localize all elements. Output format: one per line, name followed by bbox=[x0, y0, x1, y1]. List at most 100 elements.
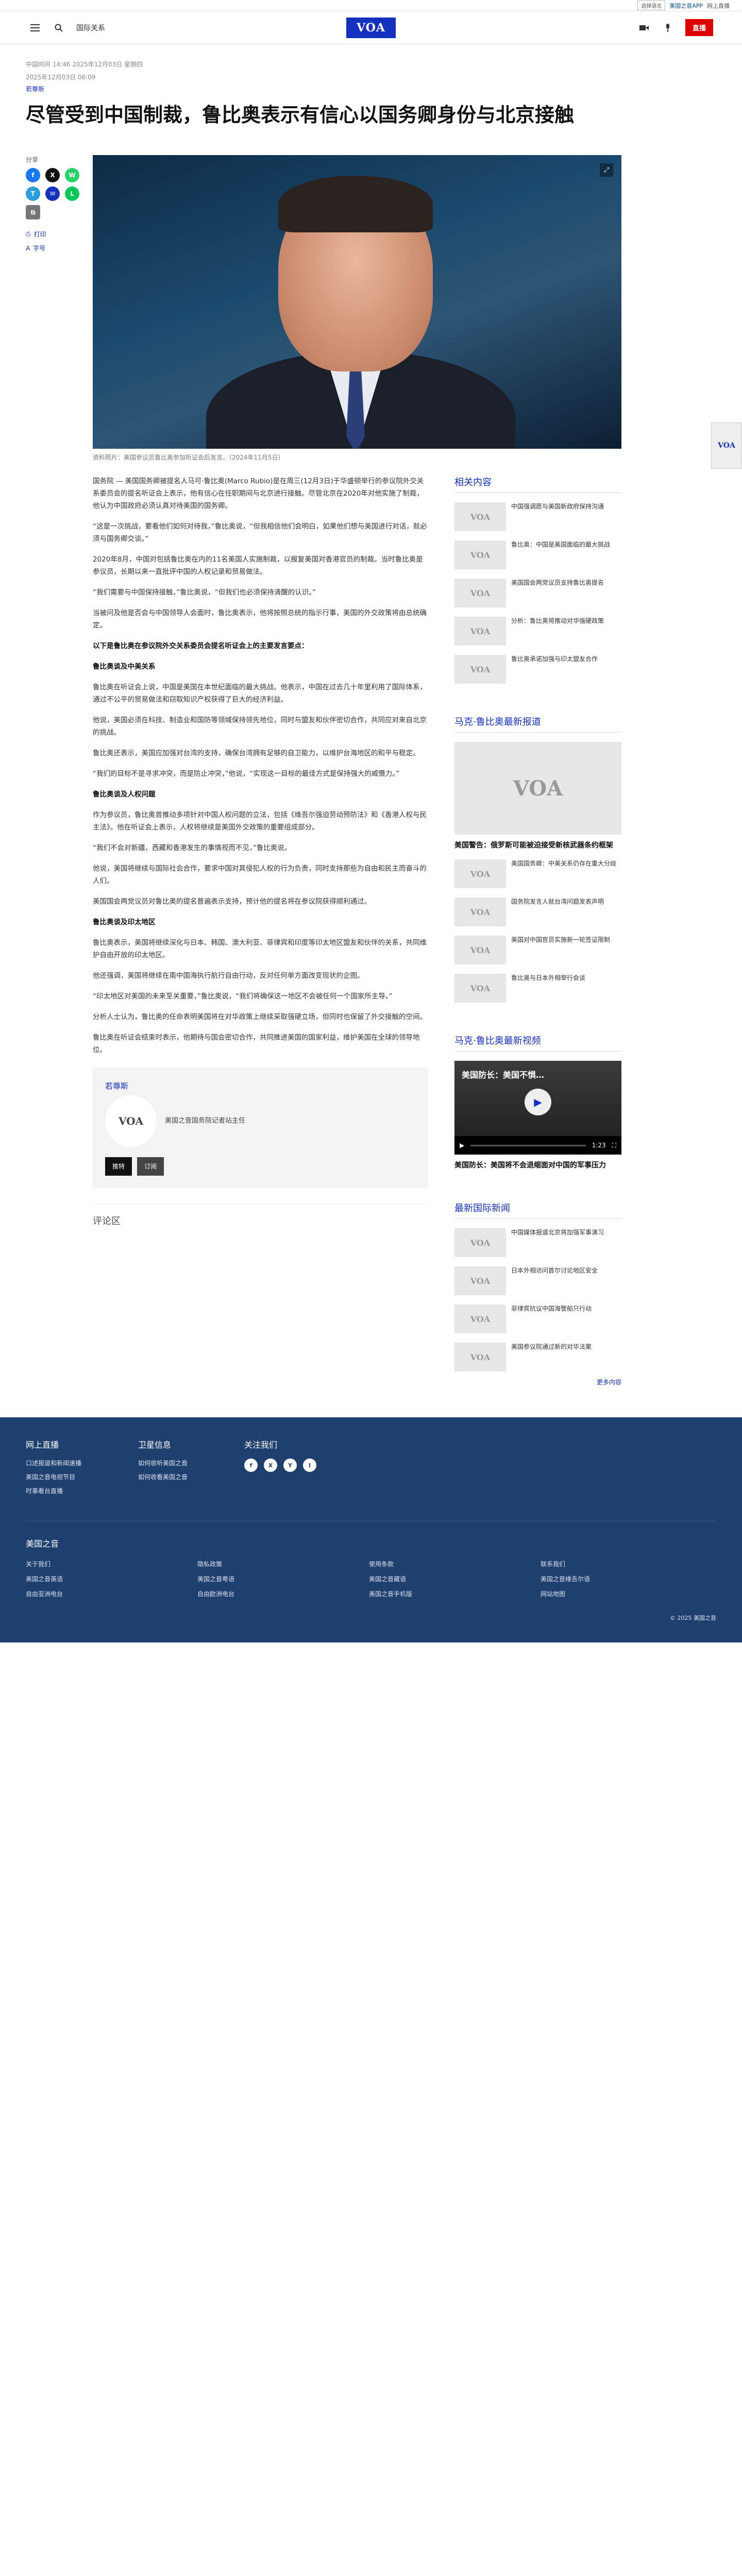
email-share-icon[interactable]: ✉ bbox=[45, 187, 60, 201]
expand-image-icon[interactable]: ⤢ bbox=[600, 163, 613, 177]
live-stream-link[interactable]: 网上直播 bbox=[707, 2, 730, 10]
latest-item[interactable]: VOA 国务院发言人就台湾问题发表声明 bbox=[454, 897, 621, 926]
latest-item[interactable]: VOA 美国国务卿：中美关系仍存在重大分歧 bbox=[454, 859, 621, 888]
font-size-icon: A bbox=[26, 244, 30, 252]
related-item[interactable]: VOA 分析：鲁比奥将推动对华强硬政策 bbox=[454, 617, 621, 646]
latest-feature-thumbnail[interactable]: VOA bbox=[454, 742, 621, 835]
menu-icon[interactable] bbox=[29, 22, 41, 34]
section-name[interactable]: 国际关系 bbox=[76, 23, 105, 33]
footer-satellite-item[interactable]: 如何收听美国之音 bbox=[138, 1459, 188, 1467]
app-link[interactable]: 美国之音APP bbox=[669, 2, 703, 10]
article-main: ⤢ 资料照片：美国参议员鲁比奥参加听证会后发言。（2024年11月5日） 国务院… bbox=[93, 155, 621, 1417]
article-paragraph: 鲁比奥在听证会结束时表示，他期待与国会密切合作，共同推进美国的国家利益，维护美国… bbox=[93, 1033, 420, 1054]
footer-site-link[interactable]: 美国之音粤语 bbox=[197, 1574, 359, 1583]
footer-site-link[interactable]: 美国之音手机版 bbox=[369, 1589, 530, 1598]
instagram-icon[interactable]: I bbox=[303, 1459, 317, 1472]
line-share-icon[interactable]: L bbox=[65, 187, 79, 201]
footer-site-link[interactable]: 自由亚洲电台 bbox=[26, 1589, 187, 1598]
footer-live-item[interactable]: 时事看台直播 bbox=[26, 1486, 81, 1495]
footer-site-grid: 关于我们 隐私政策 使用条款 联系我们美国之音英语 美国之音粤语 美国之音藏语 美国之音维吾… bbox=[26, 1560, 716, 1598]
author-mail-button[interactable]: 订阅 bbox=[137, 1157, 164, 1176]
video-icon[interactable] bbox=[638, 22, 650, 34]
x-share-icon[interactable]: X bbox=[45, 168, 60, 182]
footer-satellite-column: 卫星信息 如何收听美国之音 如何收看美国之音 bbox=[138, 1438, 188, 1500]
audio-icon[interactable] bbox=[662, 22, 674, 34]
search-icon[interactable] bbox=[53, 22, 65, 34]
article-subheading: 鲁比奥谈及印太地区 bbox=[93, 918, 156, 926]
more-link[interactable]: 更多内容 bbox=[454, 1378, 621, 1386]
print-link[interactable]: ⎙ 打印 bbox=[26, 230, 72, 239]
author-x-button[interactable]: 推特 bbox=[105, 1157, 132, 1176]
copyright: © 2025 美国之音 bbox=[670, 1615, 716, 1621]
intl-item[interactable]: VOA 中国媒体报道北京将加强军事演习 bbox=[454, 1228, 621, 1257]
site-footer: 网上直播 口述报道和新闻速播 美国之音电视节目 时事看台直播 卫星信息 如何收听… bbox=[0, 1417, 742, 1642]
youtube-icon[interactable]: Y bbox=[283, 1459, 297, 1472]
x-icon[interactable]: X bbox=[264, 1459, 278, 1472]
footer-site-link[interactable]: 关于我们 bbox=[26, 1560, 187, 1568]
latest-thumbnail: VOA bbox=[454, 897, 506, 926]
video-progress[interactable] bbox=[470, 1144, 586, 1146]
facebook-icon[interactable]: f bbox=[244, 1459, 258, 1472]
footer-live-item[interactable]: 口述报道和新闻速播 bbox=[26, 1459, 81, 1467]
hero-caption: 资料照片：美国参议员鲁比奥参加听证会后发言。（2024年11月5日） bbox=[93, 454, 284, 461]
facebook-share-icon[interactable]: f bbox=[26, 168, 40, 182]
footer-site-link[interactable]: 美国之音维吾尔语 bbox=[541, 1574, 702, 1583]
latest-title: 马克·鲁比奥最新报道 bbox=[454, 715, 621, 733]
intl-item[interactable]: VOA 日本外相访问首尔讨论地区安全 bbox=[454, 1266, 621, 1295]
intl-section: 最新国际新闻 VOA 中国媒体报道北京将加强军事演习 VOA 日本外相访问首尔讨论地区… bbox=[454, 1201, 621, 1386]
article-byline[interactable]: 若尊斯 bbox=[26, 84, 716, 93]
related-headline: 鲁比奥：中国是美国面临的最大挑战 bbox=[511, 541, 611, 548]
print-icon: ⎙ bbox=[26, 230, 31, 238]
play-control-icon[interactable]: ▶ bbox=[460, 1142, 464, 1149]
voa-logo[interactable]: VOA bbox=[346, 17, 396, 38]
copy-link-icon[interactable]: ⧉ bbox=[26, 205, 40, 219]
footer-site-link[interactable]: 美国之音藏语 bbox=[369, 1574, 530, 1583]
footer-site-link[interactable]: 网站地图 bbox=[541, 1589, 702, 1598]
related-item[interactable]: VOA 中国强调愿与美国新政府保持沟通 bbox=[454, 502, 621, 531]
footer-live-item[interactable]: 美国之音电视节目 bbox=[26, 1472, 81, 1481]
intl-item[interactable]: VOA 菲律宾抗议中国海警船只行动 bbox=[454, 1304, 621, 1333]
latest-item[interactable]: VOA 美国对中国官员实施新一轮签证限制 bbox=[454, 936, 621, 964]
footer-satellite-item[interactable]: 如何收看美国之音 bbox=[138, 1472, 188, 1481]
live-button[interactable]: 直播 bbox=[685, 19, 713, 36]
latest-feature-title[interactable]: 美国警告：俄罗斯可能被迫接受新核武器条约框架 bbox=[454, 840, 621, 850]
telegram-share-icon[interactable]: T bbox=[26, 187, 40, 201]
intl-headline: 日本外相访问首尔讨论地区安全 bbox=[511, 1267, 598, 1274]
share-column: 分享 f X W T ✉ L ⧉ ⎙ 打印 A 字号 bbox=[26, 155, 79, 1417]
article-paragraph: 2020年8月，中国对包括鲁比奥在内的11名美国人实施制裁，以报复美国对香港官员… bbox=[93, 555, 423, 576]
video-duration: 1:23 bbox=[592, 1142, 606, 1149]
fullscreen-icon[interactable]: ⛶ bbox=[612, 1142, 616, 1149]
article-updated: 2025年12月03日 06:09 bbox=[26, 74, 96, 81]
video-caption[interactable]: 美国防长：美国将不会退缩面对中国的军事压力 bbox=[454, 1160, 621, 1170]
latest-item[interactable]: VOA 鲁比奥与日本外相举行会谈 bbox=[454, 974, 621, 1003]
floating-promo-badge[interactable]: VOA bbox=[711, 422, 742, 469]
footer-site-link[interactable]: 美国之音英语 bbox=[26, 1574, 187, 1583]
footer-site-link[interactable]: 联系我们 bbox=[541, 1560, 702, 1568]
intl-item[interactable]: VOA 美国参议院通过新的对华法案 bbox=[454, 1343, 621, 1371]
footer-site-link[interactable]: 使用条款 bbox=[369, 1560, 530, 1568]
share-buttons: f X W T ✉ L ⧉ bbox=[26, 168, 79, 219]
author-name[interactable]: 若尊斯 bbox=[105, 1080, 415, 1092]
footer-site-link[interactable]: 自由欧洲电台 bbox=[197, 1589, 359, 1598]
play-icon[interactable]: ▶ bbox=[525, 1089, 551, 1116]
related-item[interactable]: VOA 鲁比奥：中国是美国面临的最大挑战 bbox=[454, 540, 621, 569]
article-paragraph: 鲁比奥还表示，美国应加强对台湾的支持，确保台湾拥有足够的自卫能力，以维护台海地区… bbox=[93, 749, 420, 757]
font-size-link[interactable]: A 字号 bbox=[26, 244, 72, 252]
latest-thumbnail: VOA bbox=[454, 859, 506, 888]
related-headline: 鲁比奥承诺加强与印太盟友合作 bbox=[511, 655, 598, 663]
intl-list: VOA 中国媒体报道北京将加强军事演习 VOA 日本外相访问首尔讨论地区安全 VOA 菲律… bbox=[454, 1228, 621, 1371]
article-paragraph: 分析人士认为，鲁比奥的任命表明美国将在对华政策上继续采取强硬立场，但同时也保留了… bbox=[93, 1013, 427, 1021]
intl-title: 最新国际新闻 bbox=[454, 1201, 621, 1219]
article-subheading: 鲁比奥谈及人权问题 bbox=[93, 790, 156, 799]
footer-sites: 美国之音 关于我们 隐私政策 使用条款 联系我们 美国之音英语 美国之音粤语 美国之音藏语美… bbox=[26, 1537, 716, 1598]
language-select[interactable]: 选择语言 bbox=[637, 1, 666, 10]
related-item[interactable]: VOA 美国国会两党议员支持鲁比奥提名 bbox=[454, 579, 621, 607]
video-player[interactable]: 美国防长：美国不惧… ▶ ▶ 1:23 ⛶ bbox=[454, 1061, 621, 1155]
hero-image: ⤢ bbox=[93, 155, 621, 449]
related-item[interactable]: VOA 鲁比奥承诺加强与印太盟友合作 bbox=[454, 655, 621, 684]
intl-thumbnail: VOA bbox=[454, 1228, 506, 1257]
related-thumbnail: VOA bbox=[454, 502, 506, 531]
latest-headline: 美国对中国官员实施新一轮签证限制 bbox=[511, 936, 611, 943]
footer-site-link[interactable]: 隐私政策 bbox=[197, 1560, 359, 1568]
whatsapp-share-icon[interactable]: W bbox=[65, 168, 79, 182]
